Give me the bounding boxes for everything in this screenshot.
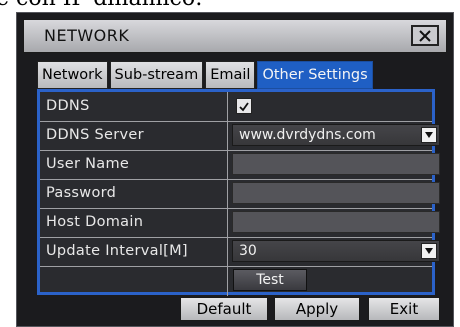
user-name-label: User Name	[40, 150, 228, 179]
ddns-row: DDNS	[40, 92, 432, 122]
ddns-checkbox[interactable]	[236, 98, 252, 114]
tab-sub-stream[interactable]: Sub-stream	[109, 61, 204, 89]
ddns-server-label: DDNS Server	[40, 121, 228, 150]
chevron-down-icon	[421, 243, 437, 259]
host-domain-label: Host Domain	[40, 208, 228, 237]
password-input[interactable]	[232, 182, 440, 204]
tab-bar: Network Sub-stream Email Other Settings	[37, 61, 373, 89]
ddns-server-select[interactable]: www.dvrdydns.com	[232, 124, 440, 146]
page-header-text: e con IP dinamico:	[0, 0, 460, 12]
chevron-down-icon	[421, 127, 437, 143]
tab-email[interactable]: Email	[205, 61, 256, 89]
tab-other-settings[interactable]: Other Settings	[257, 61, 373, 89]
update-interval-value: 30	[239, 243, 257, 259]
host-domain-row: Host Domain	[40, 208, 440, 238]
ddns-label: DDNS	[40, 92, 228, 121]
close-button[interactable]	[411, 25, 439, 46]
test-button[interactable]: Test	[233, 269, 307, 291]
ddns-server-value: www.dvrdydns.com	[239, 127, 376, 143]
test-row: Test	[40, 266, 432, 296]
tab-network[interactable]: Network	[37, 61, 108, 89]
test-row-label	[40, 266, 228, 296]
password-label: Password	[40, 179, 228, 208]
title-bar: NETWORK	[23, 19, 447, 53]
network-dialog: NETWORK Network Sub-stream Email Other S…	[16, 12, 454, 327]
update-interval-select[interactable]: 30	[232, 240, 440, 262]
apply-button[interactable]: Apply	[274, 297, 360, 321]
user-name-row: User Name	[40, 150, 440, 180]
settings-panel: DDNS DDNS Server www.dvrdydns.com User N…	[37, 89, 440, 296]
host-domain-input[interactable]	[232, 211, 440, 233]
password-row: Password	[40, 179, 440, 209]
update-interval-label: Update Interval[M]	[40, 237, 228, 266]
dialog-title: NETWORK	[44, 26, 130, 45]
update-interval-row: Update Interval[M] 30	[40, 237, 440, 267]
close-icon	[419, 29, 431, 42]
default-button[interactable]: Default	[180, 297, 268, 321]
user-name-input[interactable]	[232, 153, 440, 175]
exit-button[interactable]: Exit	[368, 297, 440, 321]
ddns-server-row: DDNS Server www.dvrdydns.com	[40, 121, 440, 151]
checkmark-icon	[239, 102, 249, 112]
